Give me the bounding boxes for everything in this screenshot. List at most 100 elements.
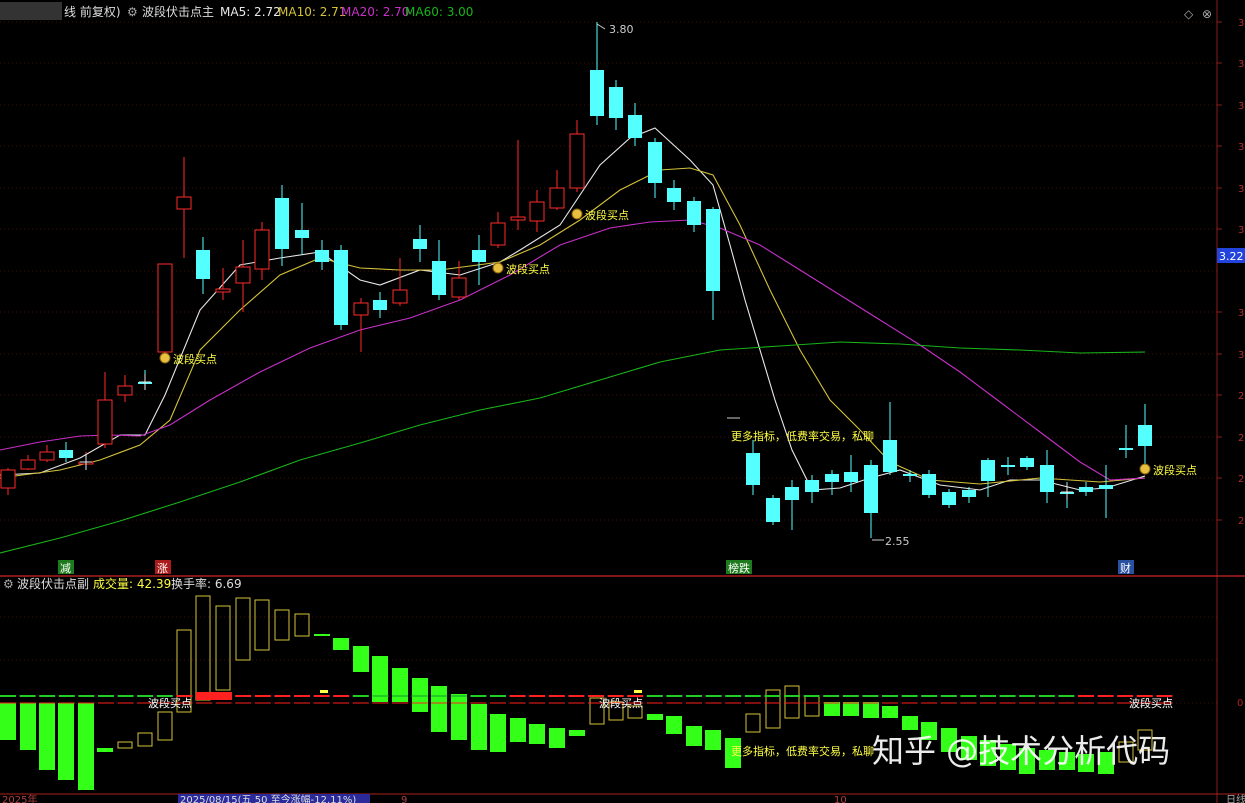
candle-body-down	[706, 209, 720, 291]
candle-body-down	[785, 487, 799, 500]
volume-bar-up	[117, 741, 133, 749]
buy-signal-icon	[492, 262, 504, 274]
candle-body-up	[510, 216, 526, 221]
candle-body-up	[451, 277, 467, 298]
close-icon[interactable]: ⊗	[1202, 7, 1212, 21]
candle-body-down	[1079, 487, 1093, 492]
low-price-label: 2.55	[885, 535, 910, 548]
candle-body-down	[1020, 458, 1034, 467]
tag-list-drop-label: 榜跌	[728, 561, 750, 575]
volume-bar-down	[569, 730, 585, 736]
volume-bar-down	[824, 702, 840, 716]
volume-bar-down	[20, 703, 36, 750]
volume-bar-up	[235, 597, 251, 661]
candle-body-down	[609, 87, 623, 118]
volume-bar-down	[843, 702, 859, 716]
candle-body-down	[825, 474, 839, 482]
axis-tick-label: 3	[1238, 184, 1244, 195]
candle-body-down	[472, 250, 486, 262]
high-price-label: 3.80	[609, 23, 634, 36]
volume-bar-up	[137, 732, 153, 747]
candle-body-down	[766, 498, 780, 522]
candle-body-down	[413, 239, 427, 249]
volume-bar-down	[333, 638, 349, 650]
sub-axis-zero: 0	[1237, 698, 1243, 709]
volume-bar-down	[647, 714, 663, 720]
volume-bar-down	[863, 702, 879, 718]
candle-body-up	[176, 196, 192, 210]
candle-body-up	[215, 288, 231, 293]
candle-body-up	[569, 133, 585, 189]
stock-chart[interactable]: 波段买点波段买点波段买点波段买点 线 前复权) ⚙ 波段伏击点主 MA5: 2.…	[0, 0, 1245, 803]
volume-bar-down	[431, 686, 447, 732]
volume-bar-down	[705, 730, 721, 750]
volume-bar-down	[314, 634, 330, 636]
volume-bar-down	[97, 748, 113, 752]
volume-bar-down	[353, 646, 369, 672]
main-indicator-name[interactable]: 波段伏击点主	[142, 4, 214, 19]
diamond-icon[interactable]: ◇	[1184, 7, 1194, 21]
selected-date-label: 2025/08/15(五 50 至今涨幅-12.11%)	[180, 793, 356, 803]
tag-finance-label: 财	[1120, 561, 1131, 575]
volume-bar-up	[215, 605, 231, 691]
axis-tick-label: 3	[1238, 59, 1244, 70]
candle-body-down	[315, 250, 329, 262]
candle-body-down	[590, 70, 604, 116]
candle-body-down	[432, 261, 446, 295]
axis-tick-label: 2	[1238, 516, 1244, 527]
volume-bar-down	[0, 703, 16, 740]
axis-tick-label: 3	[1238, 101, 1244, 112]
buy-signal-label: 波段买点	[173, 352, 217, 366]
candle-body-up	[39, 451, 55, 461]
sub-indicator-name[interactable]: 波段伏击点副	[17, 576, 89, 591]
volume-bar-up	[784, 685, 800, 719]
volume-bar-up	[745, 713, 761, 733]
promo-text-sub: 更多指标，低费率交易，私聊	[731, 744, 874, 758]
ma20-value: MA20: 2.70	[341, 5, 409, 19]
axis-tick-label: 3	[1238, 225, 1244, 236]
sub-signal-label-2: 波段买点	[599, 696, 643, 710]
volume-bar-up	[157, 711, 173, 741]
sub-settings-icon[interactable]: ⚙	[3, 577, 14, 591]
axis-month-9: 9	[401, 795, 407, 803]
ma60-line	[0, 341, 1146, 554]
tag-reduce-label: 减	[60, 562, 71, 575]
volume-bar-up	[274, 609, 290, 641]
volume-bar-up	[254, 599, 270, 651]
sub-yellow-dash	[320, 690, 328, 693]
axis-tick-label: 3	[1238, 142, 1244, 153]
candle-body-down	[883, 440, 897, 472]
buy-signal-icon	[571, 208, 583, 220]
sub-red-block	[196, 692, 232, 700]
candle-body-down	[295, 230, 309, 238]
candle-body-up	[0, 469, 16, 489]
volume-bar-down	[510, 718, 526, 742]
volume-bar-up	[294, 613, 310, 637]
axis-month-10: 10	[834, 795, 847, 803]
axis-tick-label: 3	[1238, 308, 1244, 319]
axis-tick-label: 2	[1238, 391, 1244, 402]
period-label: 线 前复权)	[64, 4, 121, 19]
turnover-value: 换手率: 6.69	[171, 576, 242, 591]
candle-body-down	[373, 300, 387, 310]
candle-body-up	[490, 222, 506, 246]
buy-signal-label: 波段买点	[1153, 463, 1197, 477]
period-switch[interactable]: 日线	[1226, 793, 1245, 803]
candle-body-down	[275, 198, 289, 249]
candle-body-down	[746, 453, 760, 485]
volume-bar-down	[529, 724, 545, 744]
volume-value: 成交量: 42.39	[93, 576, 171, 591]
candle-body-down	[864, 465, 878, 513]
candle-body-up	[392, 289, 408, 304]
candle-body-up	[157, 263, 173, 353]
volume-bar-down	[451, 694, 467, 740]
sub-signal-label-3: 波段买点	[1129, 696, 1173, 710]
candle-body-down	[962, 490, 976, 497]
volume-bar-down	[471, 704, 487, 750]
candle-body-up	[20, 459, 36, 470]
buy-signal-icon	[1139, 463, 1151, 475]
candle-body-down	[1138, 425, 1152, 446]
settings-gear-icon[interactable]: ⚙	[127, 5, 138, 19]
axis-tick-label: 2	[1238, 433, 1244, 444]
axis-tick-label: 3	[1238, 18, 1244, 29]
